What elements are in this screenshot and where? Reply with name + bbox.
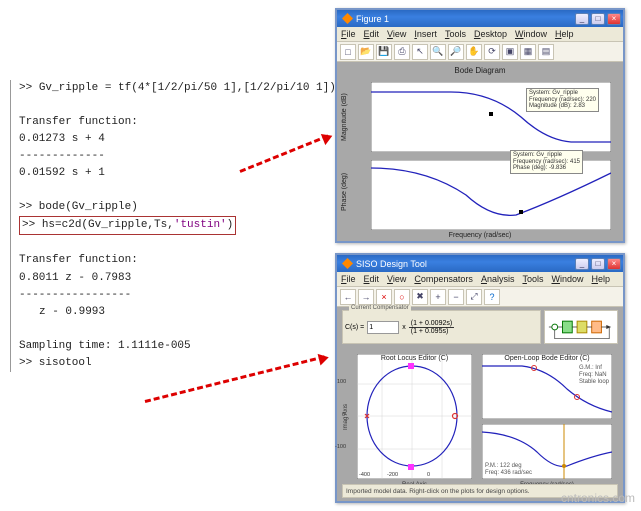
rotate-icon[interactable]: ⟳ [484,44,500,60]
minimize-button[interactable]: _ [575,13,589,25]
zoom-xy-icon[interactable]: ⤢ [466,289,482,305]
matlab-icon [342,258,353,269]
ylabel-phase: Phase (deg) [341,162,351,222]
menu-tools[interactable]: Tools [445,29,466,39]
menu-insert[interactable]: Insert [414,29,437,39]
siso-design-tool-window: SISO Design Tool _ □ × File Edit View Co… [335,253,625,503]
help-icon[interactable]: ? [484,289,500,305]
highlighted-command: >> hs=c2d(Gv_ripple,Ts,'tustin') [19,216,236,235]
tf-sep: ----------------- [19,287,300,304]
magnitude-plot[interactable]: System: Gv_rippleFrequency (rad/sec): 22… [371,82,611,152]
tf-num: 0.01273 s + 4 [19,131,300,148]
window-title: SISO Design Tool [356,259,427,269]
xlabel: Frequency (rad/sec) [337,232,623,239]
menu-compensators[interactable]: Compensators [414,274,473,284]
zoom-in-icon[interactable]: + [430,289,446,305]
add-pole-icon[interactable]: × [376,289,392,305]
plot-title: Root Locus Editor (C) [357,355,472,362]
blank [19,182,300,199]
datatip-phase: System: Gv_rippleFrequency (rad/sec): 41… [510,150,583,174]
ylabel-magnitude: Magnitude (dB) [341,87,351,147]
zoom-in-icon[interactable]: 🔍 [430,44,446,60]
close-button[interactable]: × [607,258,621,270]
colorbar-icon[interactable]: ▦ [520,44,536,60]
legend-icon[interactable]: ▤ [538,44,554,60]
add-zero-icon[interactable]: ○ [394,289,410,305]
new-icon[interactable]: □ [340,44,356,60]
architecture-diagram[interactable] [544,310,618,344]
group-title: Current Compensator [349,305,411,311]
phase-margin-info: P.M.: 122 degFreq: 436 rad/sec [485,463,532,477]
matlab-icon [342,13,353,24]
blank [19,321,300,338]
sampling-time: Sampling time: 1.1111e-005 [19,338,300,355]
root-locus-plot[interactable]: Root Locus Editor (C) -400 -200 0 0 100 … [357,354,472,479]
tf-num: 0.8011 z - 0.7983 [19,270,300,287]
menu-file[interactable]: File [341,29,356,39]
delete-icon[interactable]: ✖ [412,289,428,305]
menu-analysis[interactable]: Analysis [481,274,515,284]
tf-label: Transfer function: [19,252,300,269]
code-line: >> Gv_ripple = tf(4*[1/2/pi/50 1],[1/2/p… [19,80,300,97]
menu-help[interactable]: Help [555,29,574,39]
phase-plot[interactable]: System: Gv_rippleFrequency (rad/sec): 41… [371,160,611,230]
siso-plot-area: Current Compensator C(s) = x (1 + 0.0092… [337,307,623,501]
menu-help[interactable]: Help [592,274,611,284]
zoom-out-icon[interactable]: − [448,289,464,305]
marker-zero [408,363,414,369]
comp-gain-input[interactable] [367,321,399,334]
plot-area: Bode Diagram Magnitude (dB) Phase (deg) … [337,62,623,241]
openloop-bode-mag[interactable]: Open-Loop Bode Editor (C) G.M.: InfFreq:… [482,354,612,419]
window-title: Figure 1 [356,14,389,24]
chart-title: Bode Diagram [337,66,623,75]
maximize-button[interactable]: □ [591,13,605,25]
matlab-command-window: >> Gv_ripple = tf(4*[1/2/pi/50 1],[1/2/p… [10,80,300,372]
zoom-out-icon[interactable]: 🔎 [448,44,464,60]
menu-edit[interactable]: Edit [364,29,380,39]
back-icon[interactable]: ← [340,289,356,305]
tf-den: 0.01592 s + 1 [19,165,300,182]
datacursor-icon[interactable]: ▣ [502,44,518,60]
compensator-fraction: (1 + 0.0092s) (1 + 0.095s) [409,320,454,335]
titlebar[interactable]: Figure 1 _ □ × [337,10,623,27]
close-button[interactable]: × [607,13,621,25]
menu-window[interactable]: Window [515,29,547,39]
menu-desktop[interactable]: Desktop [474,29,507,39]
menubar: File Edit View Compensators Analysis Too… [337,272,623,287]
menu-window[interactable]: Window [551,274,583,284]
code-line: >> bode(Gv_ripple) [19,199,300,216]
menu-view[interactable]: View [387,274,406,284]
code-line: >> hs=c2d(Gv_ripple,Ts,'tustin') [19,216,300,235]
tf-den: z - 0.9993 [19,304,300,321]
tf-label: Transfer function: [19,114,300,131]
openloop-bode-phase[interactable]: P.M.: 122 degFreq: 436 rad/sec [482,424,612,479]
mult-sign: x [402,324,406,331]
save-icon[interactable]: 💾 [376,44,392,60]
forward-icon[interactable]: → [358,289,374,305]
print-icon[interactable]: ⎙ [394,44,410,60]
pan-icon[interactable]: ✋ [466,44,482,60]
menu-edit[interactable]: Edit [364,274,380,284]
open-icon[interactable]: 📂 [358,44,374,60]
compensator-group: Current Compensator C(s) = x (1 + 0.0092… [342,310,541,344]
toolbar: □ 📂 💾 ⎙ ↖ 🔍 🔎 ✋ ⟳ ▣ ▦ ▤ [337,42,623,62]
plot-title: Open-Loop Bode Editor (C) [482,355,612,362]
minimize-button[interactable]: _ [575,258,589,270]
menu-view[interactable]: View [387,29,406,39]
datatip-magnitude: System: Gv_rippleFrequency (rad/sec): 22… [526,88,599,112]
gain-margin-info: G.M.: InfFreq: NaNStable loop [579,365,609,387]
toolbar: ← → × ○ ✖ + − ⤢ ? [337,287,623,307]
comp-label: C(s) = [345,324,364,331]
maximize-button[interactable]: □ [591,258,605,270]
figure-1-window: Figure 1 _ □ × File Edit View Insert Too… [335,8,625,243]
blank [19,235,300,252]
watermark: cntronics.com [561,491,635,505]
menu-file[interactable]: File [341,274,356,284]
menu-tools[interactable]: Tools [522,274,543,284]
pointer-icon[interactable]: ↖ [412,44,428,60]
menubar: File Edit View Insert Tools Desktop Wind… [337,27,623,42]
code-line: >> sisotool [19,355,300,372]
titlebar[interactable]: SISO Design Tool _ □ × [337,255,623,272]
blank [19,97,300,114]
